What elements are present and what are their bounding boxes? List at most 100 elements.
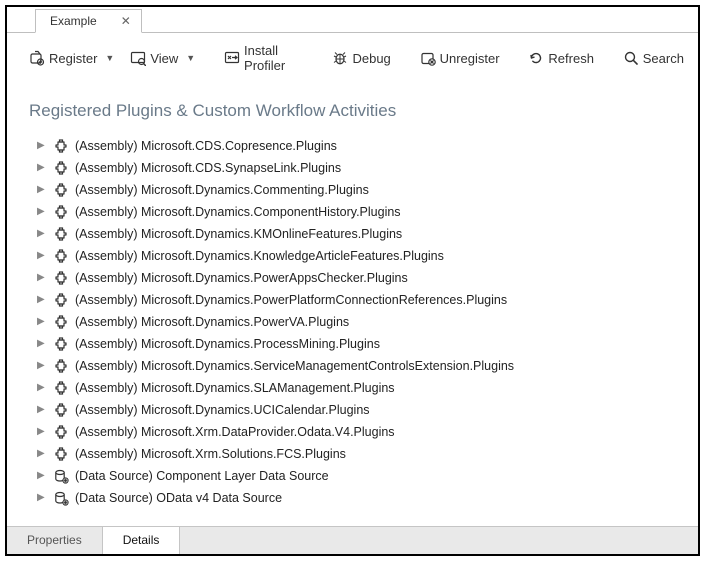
- tree-item[interactable]: ▶ (Assembly) Microsoft.Xrm.DataProvider.O…: [37, 421, 688, 443]
- tree-item-label: (Assembly) Microsoft.Dynamics.PowerVA.Pl…: [75, 313, 349, 331]
- expand-icon[interactable]: ▶: [37, 379, 47, 397]
- tree-item[interactable]: ▶ (Assembly) Microsoft.Dynamics.Component…: [37, 201, 688, 223]
- tree-item-label: (Assembly) Microsoft.Dynamics.Commenting…: [75, 181, 369, 199]
- plugin-icon: [53, 336, 69, 352]
- plugin-icon: [53, 292, 69, 308]
- plugin-icon: [53, 424, 69, 440]
- tree-item-label: (Data Source) Component Layer Data Sourc…: [75, 467, 329, 485]
- install-profiler-icon: [224, 50, 240, 66]
- tab-properties[interactable]: Properties: [7, 527, 103, 554]
- expand-icon[interactable]: ▶: [37, 313, 47, 331]
- plugin-icon: [53, 402, 69, 418]
- plugin-icon: [53, 204, 69, 220]
- debug-icon: [332, 50, 348, 66]
- tree-item[interactable]: ▶ (Assembly) Microsoft.Dynamics.Commentin…: [37, 179, 688, 201]
- plugin-icon: [53, 314, 69, 330]
- search-icon: [623, 50, 639, 66]
- expand-icon[interactable]: ▶: [37, 401, 47, 419]
- plugin-icon: [53, 358, 69, 374]
- plugin-icon: [53, 226, 69, 242]
- view-icon: [130, 50, 146, 66]
- datasource-icon: [53, 490, 69, 506]
- search-button[interactable]: Search: [619, 48, 688, 68]
- document-tabstrip: Example ✕: [7, 7, 698, 33]
- tree-item-label: (Assembly) Microsoft.Xrm.Solutions.FCS.P…: [75, 445, 346, 463]
- view-button[interactable]: View ▼: [126, 48, 199, 68]
- tree-item-label: (Assembly) Microsoft.Xrm.DataProvider.Od…: [75, 423, 395, 441]
- expand-icon[interactable]: ▶: [37, 291, 47, 309]
- tree-item-label: (Assembly) Microsoft.Dynamics.PowerAppsC…: [75, 269, 408, 287]
- expand-icon[interactable]: ▶: [37, 181, 47, 199]
- refresh-button[interactable]: Refresh: [524, 48, 598, 68]
- debug-label: Debug: [352, 51, 390, 66]
- plugin-tree: ▶ (Assembly) Microsoft.CDS.Copresence.Plu…: [7, 135, 698, 526]
- register-icon: [29, 50, 45, 66]
- debug-button[interactable]: Debug: [328, 48, 394, 68]
- window-frame: Example ✕ Register ▼ View ▼ Install Prof…: [5, 5, 700, 556]
- expand-icon[interactable]: ▶: [37, 357, 47, 375]
- datasource-icon: [53, 468, 69, 484]
- document-tab-title: Example: [50, 14, 97, 28]
- plugin-icon: [53, 138, 69, 154]
- install-profiler-label: Install Profiler: [244, 43, 304, 73]
- tab-details[interactable]: Details: [103, 527, 181, 554]
- refresh-label: Refresh: [548, 51, 594, 66]
- expand-icon[interactable]: ▶: [37, 335, 47, 353]
- expand-icon[interactable]: ▶: [37, 203, 47, 221]
- tree-item-label: (Assembly) Microsoft.Dynamics.ComponentH…: [75, 203, 401, 221]
- tree-item[interactable]: ▶ (Data Source) OData v4 Data Source: [37, 487, 688, 509]
- expand-icon[interactable]: ▶: [37, 247, 47, 265]
- install-profiler-button[interactable]: Install Profiler: [220, 41, 308, 75]
- tree-item[interactable]: ▶ (Data Source) Component Layer Data Sour…: [37, 465, 688, 487]
- tree-item[interactable]: ▶ (Assembly) Microsoft.Dynamics.PowerApps…: [37, 267, 688, 289]
- expand-icon[interactable]: ▶: [37, 269, 47, 287]
- plugin-icon: [53, 182, 69, 198]
- tree-item-label: (Assembly) Microsoft.Dynamics.SLAManagem…: [75, 379, 395, 397]
- chevron-down-icon[interactable]: ▼: [105, 53, 114, 63]
- tree-item-label: (Assembly) Microsoft.Dynamics.ServiceMan…: [75, 357, 514, 375]
- search-label: Search: [643, 51, 684, 66]
- plugin-icon: [53, 446, 69, 462]
- tree-item[interactable]: ▶ (Assembly) Microsoft.Dynamics.Knowledge…: [37, 245, 688, 267]
- tree-item[interactable]: ▶ (Assembly) Microsoft.Dynamics.SLAManage…: [37, 377, 688, 399]
- plugin-icon: [53, 160, 69, 176]
- tree-item-label: (Assembly) Microsoft.Dynamics.PowerPlatf…: [75, 291, 507, 309]
- expand-icon[interactable]: ▶: [37, 423, 47, 441]
- plugin-icon: [53, 270, 69, 286]
- tree-item[interactable]: ▶ (Assembly) Microsoft.Xrm.Solutions.FCS.…: [37, 443, 688, 465]
- expand-icon[interactable]: ▶: [37, 159, 47, 177]
- expand-icon[interactable]: ▶: [37, 445, 47, 463]
- toolbar: Register ▼ View ▼ Install Profiler Debug…: [7, 33, 698, 83]
- bottom-tabstrip: Properties Details: [7, 526, 698, 554]
- tree-item[interactable]: ▶ (Assembly) Microsoft.Dynamics.ServiceMa…: [37, 355, 688, 377]
- plugin-icon: [53, 248, 69, 264]
- register-label: Register: [49, 51, 97, 66]
- tree-item-label: (Assembly) Microsoft.Dynamics.UCICalenda…: [75, 401, 370, 419]
- document-tab[interactable]: Example ✕: [35, 9, 142, 33]
- expand-icon[interactable]: ▶: [37, 137, 47, 155]
- tree-item-label: (Data Source) OData v4 Data Source: [75, 489, 282, 507]
- tree-item-label: (Assembly) Microsoft.Dynamics.ProcessMin…: [75, 335, 380, 353]
- tree-item[interactable]: ▶ (Assembly) Microsoft.Dynamics.KMOnlineF…: [37, 223, 688, 245]
- register-button[interactable]: Register ▼: [25, 48, 118, 68]
- tree-item[interactable]: ▶ (Assembly) Microsoft.Dynamics.PowerPlat…: [37, 289, 688, 311]
- unregister-label: Unregister: [440, 51, 500, 66]
- expand-icon[interactable]: ▶: [37, 489, 47, 507]
- refresh-icon: [528, 50, 544, 66]
- chevron-down-icon[interactable]: ▼: [186, 53, 195, 63]
- tree-item[interactable]: ▶ (Assembly) Microsoft.Dynamics.UCICalend…: [37, 399, 688, 421]
- unregister-button[interactable]: Unregister: [416, 48, 504, 68]
- tree-item[interactable]: ▶ (Assembly) Microsoft.Dynamics.PowerVA.P…: [37, 311, 688, 333]
- tree-item-label: (Assembly) Microsoft.CDS.Copresence.Plug…: [75, 137, 337, 155]
- tree-item-label: (Assembly) Microsoft.CDS.SynapseLink.Plu…: [75, 159, 341, 177]
- close-tab-icon[interactable]: ✕: [121, 14, 131, 28]
- tree-item[interactable]: ▶ (Assembly) Microsoft.Dynamics.ProcessMi…: [37, 333, 688, 355]
- view-label: View: [150, 51, 178, 66]
- tree-item-label: (Assembly) Microsoft.Dynamics.KnowledgeA…: [75, 247, 444, 265]
- plugin-icon: [53, 380, 69, 396]
- expand-icon[interactable]: ▶: [37, 467, 47, 485]
- tree-item[interactable]: ▶ (Assembly) Microsoft.CDS.Copresence.Plu…: [37, 135, 688, 157]
- tree-item-label: (Assembly) Microsoft.Dynamics.KMOnlineFe…: [75, 225, 402, 243]
- expand-icon[interactable]: ▶: [37, 225, 47, 243]
- tree-item[interactable]: ▶ (Assembly) Microsoft.CDS.SynapseLink.Pl…: [37, 157, 688, 179]
